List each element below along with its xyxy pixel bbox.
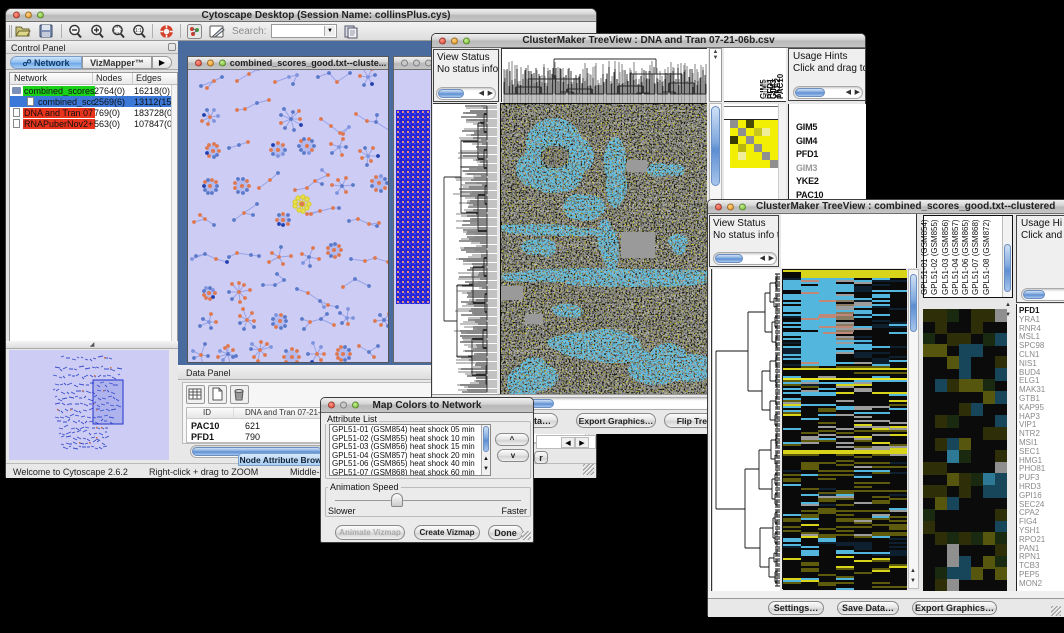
svg-text:1:1: 1:1 — [135, 28, 142, 34]
